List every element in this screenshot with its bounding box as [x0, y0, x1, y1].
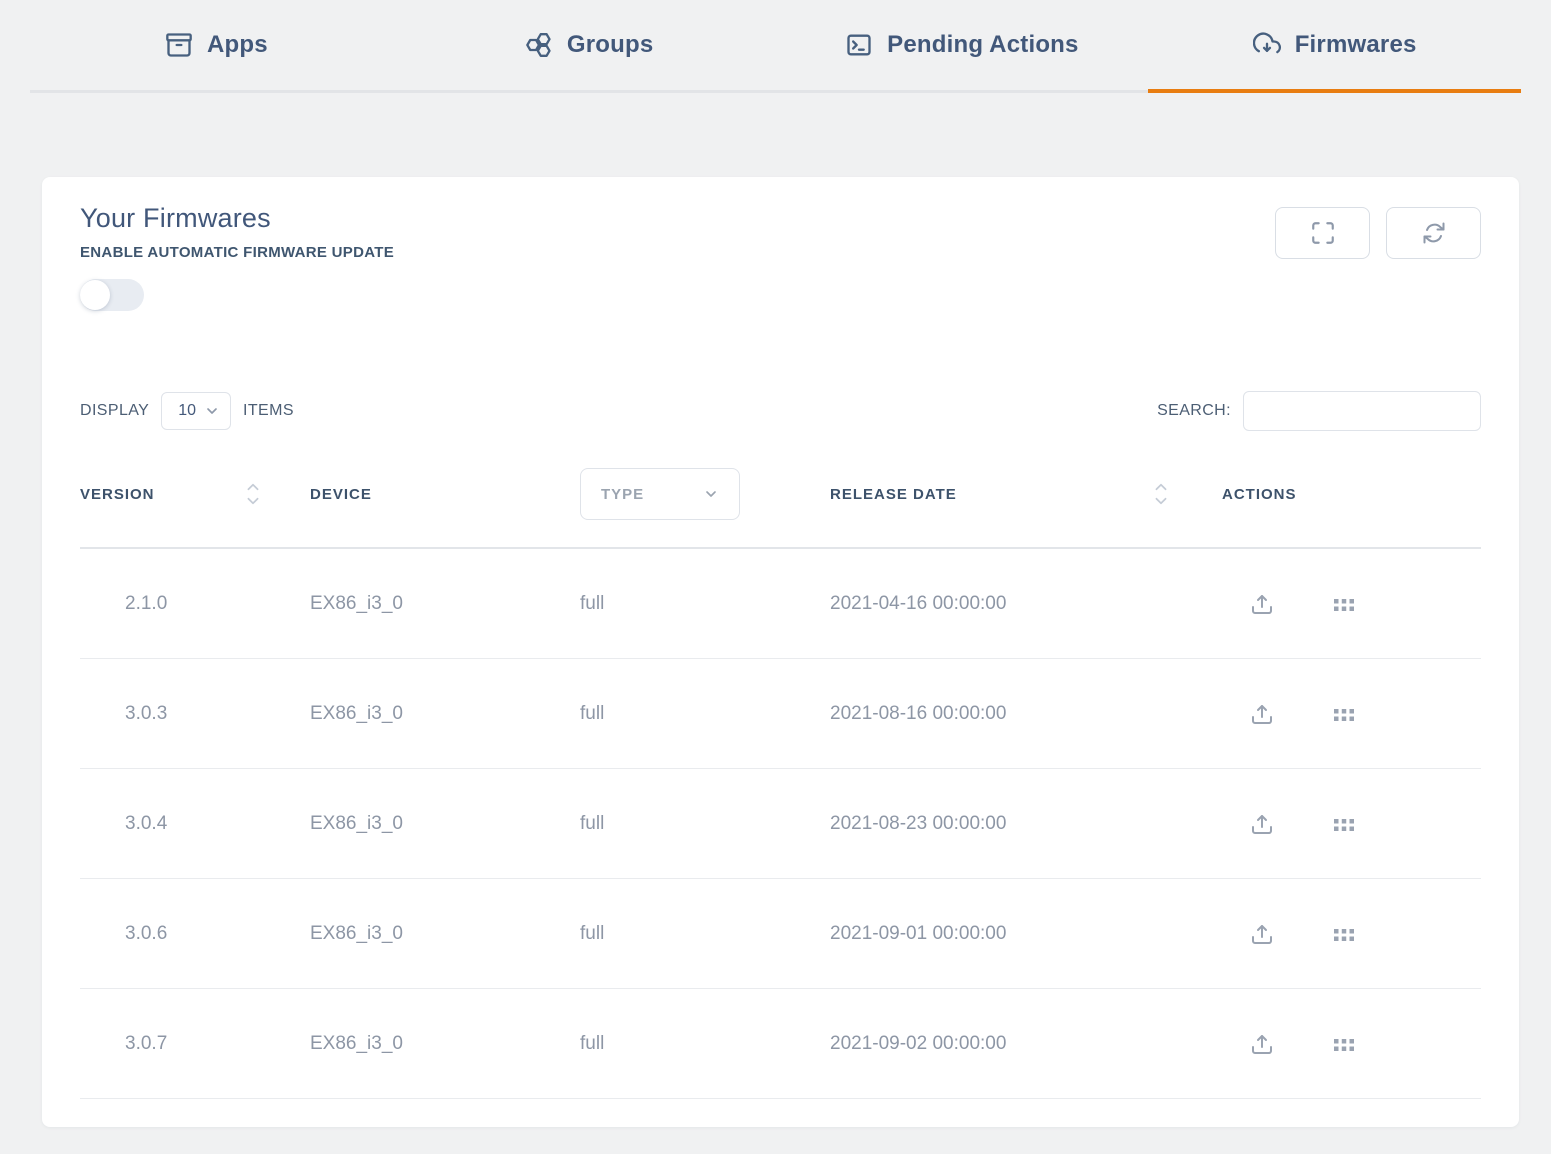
upload-firmware-button[interactable]: [1250, 922, 1274, 946]
groups-icon: [525, 31, 553, 59]
toggle-knob: [80, 280, 110, 310]
page-size-select[interactable]: 10: [161, 392, 231, 430]
chevron-down-icon: [204, 403, 220, 419]
pending-actions-icon: [845, 31, 873, 59]
table-row: 3.0.3 EX86_i3_0 full 2021-08-16 00:00:00: [80, 659, 1481, 769]
tab-apps[interactable]: Apps: [30, 0, 403, 90]
cell-type: full: [580, 923, 830, 945]
cell-actions: [1180, 1032, 1481, 1056]
tab-pending-actions[interactable]: Pending Actions: [776, 0, 1149, 90]
tab-label: Pending Actions: [887, 31, 1078, 59]
search-label: SEARCH:: [1157, 402, 1231, 420]
row-menu-button[interactable]: [1332, 1032, 1356, 1056]
cell-actions: [1180, 922, 1481, 946]
auto-update-label: ENABLE AUTOMATIC FIRMWARE UPDATE: [80, 244, 394, 261]
sort-arrows-version[interactable]: [246, 483, 260, 505]
cell-release-date: 2021-04-16 00:00:00: [830, 593, 1180, 615]
column-header-release-date[interactable]: RELEASE DATE: [830, 483, 1180, 505]
table-row: 3.0.6 EX86_i3_0 full 2021-09-01 00:00:00: [80, 879, 1481, 989]
firmwares-table: VERSION DEVICE TYPE RELEASE DATE: [80, 441, 1481, 1099]
row-menu-button[interactable]: [1332, 702, 1356, 726]
cell-version: 3.0.7: [80, 1033, 310, 1055]
upload-firmware-button[interactable]: [1250, 702, 1274, 726]
cell-release-date: 2021-08-23 00:00:00: [830, 813, 1180, 835]
column-header-device: DEVICE: [310, 486, 580, 503]
table-row: 2.1.0 EX86_i3_0 full 2021-04-16 00:00:00: [80, 549, 1481, 659]
chevron-down-icon: [703, 486, 719, 502]
items-label: ITEMS: [243, 402, 294, 420]
column-header-version[interactable]: VERSION: [80, 483, 310, 505]
table-row: 3.0.7 EX86_i3_0 full 2021-09-02 00:00:00: [80, 989, 1481, 1099]
search-input[interactable]: [1243, 391, 1481, 431]
cell-type: full: [580, 593, 830, 615]
cell-version: 3.0.3: [80, 703, 310, 725]
upload-firmware-button[interactable]: [1250, 812, 1274, 836]
table-row: 3.0.4 EX86_i3_0 full 2021-08-23 00:00:00: [80, 769, 1481, 879]
fullscreen-icon: [1310, 220, 1336, 246]
display-label: DISPLAY: [80, 402, 149, 420]
cell-type: full: [580, 813, 830, 835]
cell-actions: [1180, 592, 1481, 616]
cell-device: EX86_i3_0: [310, 1033, 580, 1055]
cell-release-date: 2021-09-02 00:00:00: [830, 1033, 1180, 1055]
page-size-value: 10: [178, 402, 196, 420]
tab-label: Firmwares: [1295, 31, 1417, 59]
tab-firmwares[interactable]: Firmwares: [1148, 0, 1521, 90]
top-tab-bar: Apps Groups Pending Actions Firmwares: [30, 0, 1521, 93]
panel-header: Your Firmwares ENABLE AUTOMATIC FIRMWARE…: [80, 203, 394, 311]
page-title: Your Firmwares: [80, 203, 394, 234]
row-menu-button[interactable]: [1332, 592, 1356, 616]
sort-arrows-release-date[interactable]: [1154, 483, 1168, 505]
auto-update-toggle[interactable]: [80, 279, 144, 311]
table-header-row: VERSION DEVICE TYPE RELEASE DATE: [80, 441, 1481, 549]
column-header-actions: ACTIONS: [1180, 486, 1481, 503]
cell-release-date: 2021-08-16 00:00:00: [830, 703, 1180, 725]
tab-label: Groups: [567, 31, 654, 59]
cell-actions: [1180, 812, 1481, 836]
upload-firmware-button[interactable]: [1250, 1032, 1274, 1056]
cell-release-date: 2021-09-01 00:00:00: [830, 923, 1180, 945]
cell-version: 3.0.4: [80, 813, 310, 835]
cell-device: EX86_i3_0: [310, 703, 580, 725]
firmwares-icon: [1253, 31, 1281, 59]
column-header-type: TYPE: [580, 468, 830, 520]
upload-firmware-button[interactable]: [1250, 592, 1274, 616]
cell-type: full: [580, 1033, 830, 1055]
row-menu-button[interactable]: [1332, 922, 1356, 946]
firmwares-panel: Your Firmwares ENABLE AUTOMATIC FIRMWARE…: [42, 177, 1519, 1127]
cell-version: 2.1.0: [80, 593, 310, 615]
cell-device: EX86_i3_0: [310, 813, 580, 835]
cell-actions: [1180, 702, 1481, 726]
row-menu-button[interactable]: [1332, 812, 1356, 836]
refresh-button[interactable]: [1386, 207, 1481, 259]
tab-label: Apps: [207, 31, 268, 59]
refresh-icon: [1422, 221, 1446, 245]
cell-version: 3.0.6: [80, 923, 310, 945]
cell-device: EX86_i3_0: [310, 593, 580, 615]
tab-groups[interactable]: Groups: [403, 0, 776, 90]
fullscreen-button[interactable]: [1275, 207, 1370, 259]
cell-type: full: [580, 703, 830, 725]
cell-device: EX86_i3_0: [310, 923, 580, 945]
type-filter-select[interactable]: TYPE: [580, 468, 740, 520]
apps-icon: [165, 31, 193, 59]
